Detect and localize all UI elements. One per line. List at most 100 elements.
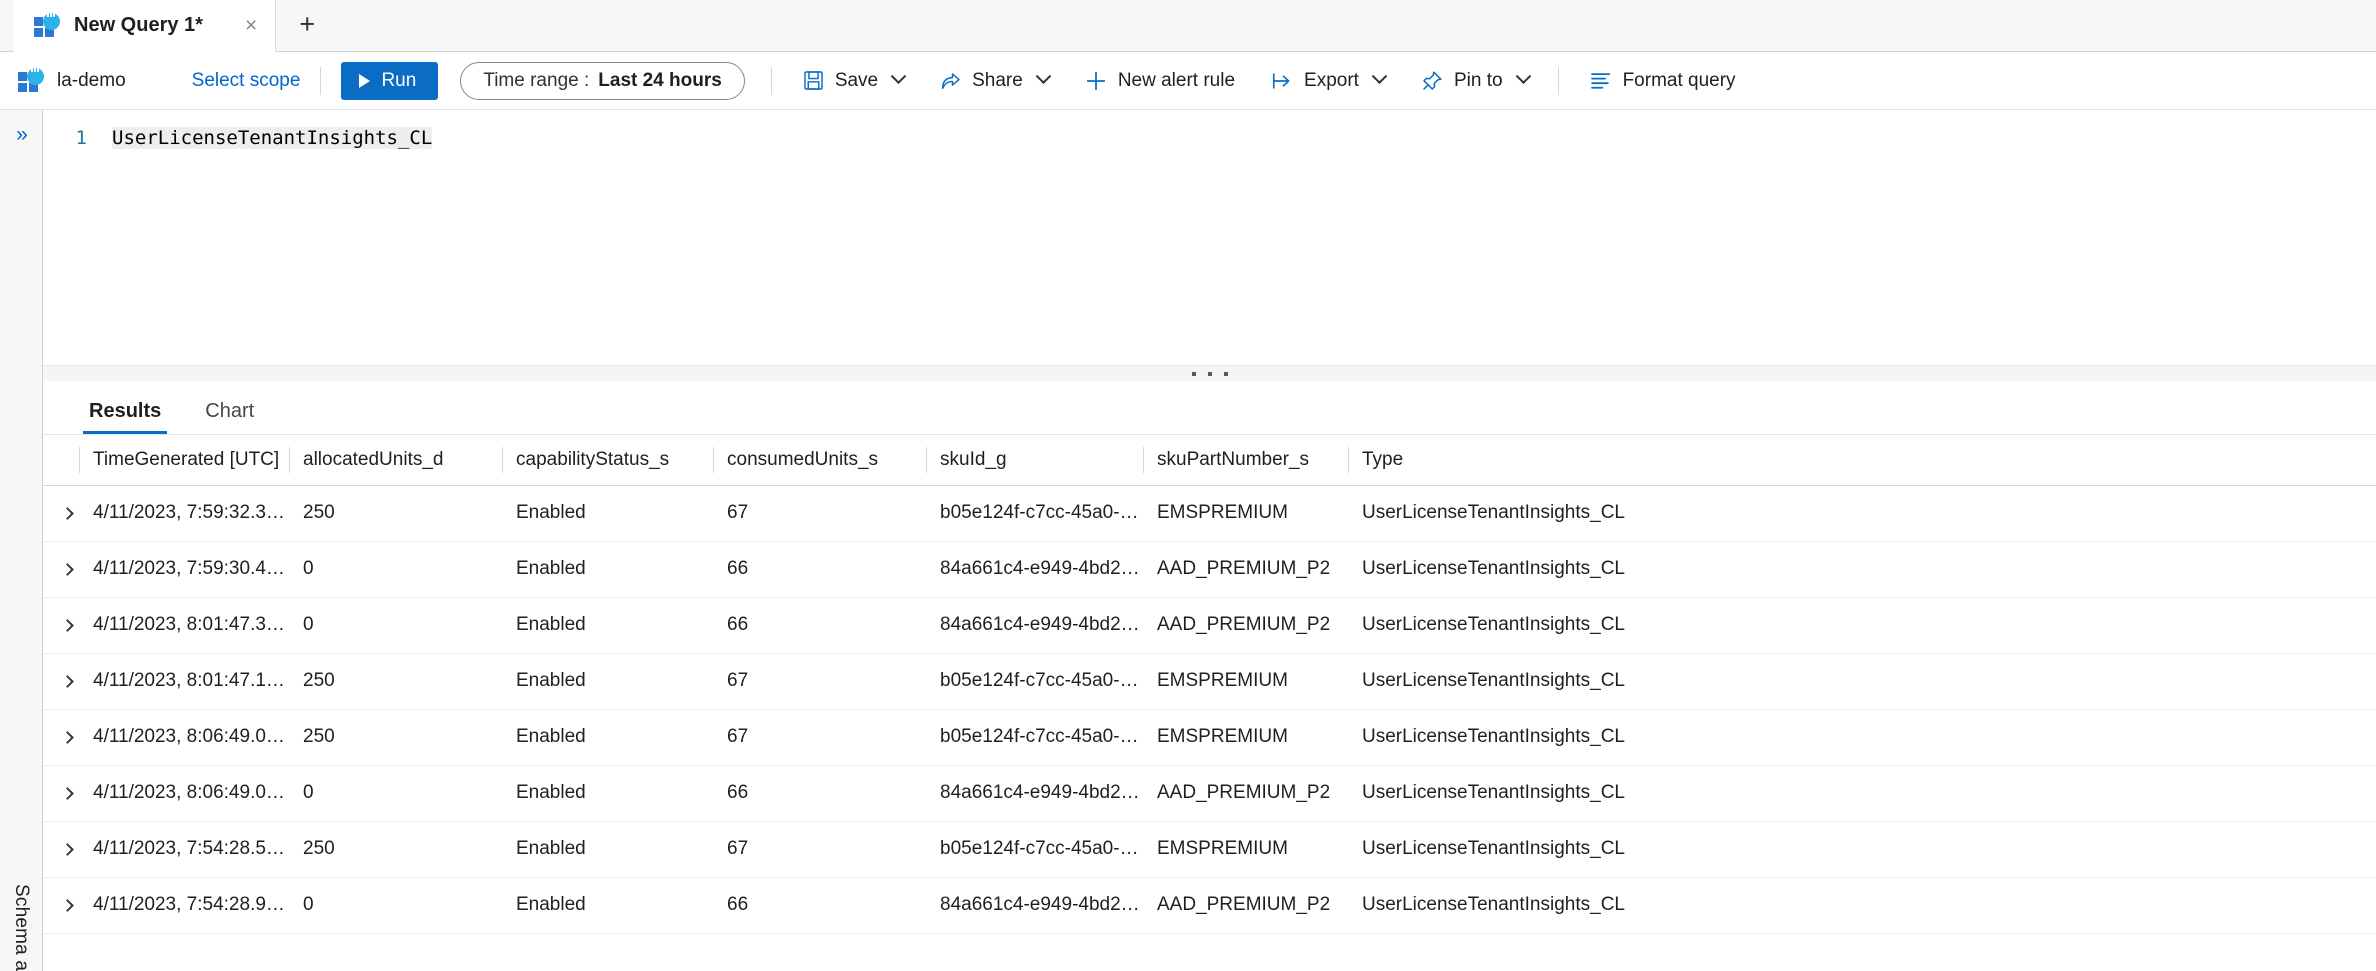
table-row[interactable]: 4/11/2023, 7:54:28.949 PM0Enabled6684a66… — [43, 877, 2376, 934]
table-row[interactable]: 4/11/2023, 8:01:47.137 PM250Enabled67b05… — [43, 653, 2376, 710]
cell-skupartnumber: EMSPREMIUM — [1143, 485, 1348, 542]
row-expander-cell[interactable] — [43, 765, 79, 822]
column-header-capabilitystatus[interactable]: capabilityStatus_s — [502, 435, 713, 486]
column-header-timegenerated[interactable]: TimeGenerated [UTC] — [79, 435, 289, 486]
row-expander-cell[interactable] — [43, 821, 79, 878]
table-row[interactable]: 4/11/2023, 8:06:49.081 PM0Enabled6684a66… — [43, 765, 2376, 822]
scope-selector[interactable]: la-demo — [18, 63, 126, 94]
table-row[interactable]: 4/11/2023, 7:59:32.366 PM250Enabled67b05… — [43, 485, 2376, 542]
cell-type: UserLicenseTenantInsights_CL — [1348, 541, 2376, 598]
query-tab-strip: New Query 1* × + — [0, 0, 2376, 52]
workspace-body: » Schema a 1 UserLicenseTenantInsights_C… — [0, 110, 2376, 971]
cell-capabilitystatus: Enabled — [502, 877, 713, 934]
new-alert-rule-button[interactable]: New alert rule — [1074, 63, 1246, 99]
cell-capabilitystatus: Enabled — [502, 653, 713, 710]
cell-type: UserLicenseTenantInsights_CL — [1348, 597, 2376, 654]
chevron-double-right-icon[interactable]: » — [16, 124, 28, 145]
row-expander-cell[interactable] — [43, 541, 79, 598]
cell-type: UserLicenseTenantInsights_CL — [1348, 877, 2376, 934]
cell-skuid: 84a661c4-e949-4bd2-a560-ed7... — [926, 597, 1143, 654]
table-row[interactable]: 4/11/2023, 7:54:28.552 PM250Enabled67b05… — [43, 821, 2376, 878]
cell-consumedunits: 67 — [713, 821, 926, 878]
results-grid-container[interactable]: TimeGenerated [UTC] allocatedUnits_d cap… — [43, 435, 2376, 971]
cell-skupartnumber: AAD_PREMIUM_P2 — [1143, 597, 1348, 654]
save-label: Save — [834, 69, 879, 91]
select-scope-link[interactable]: Select scope — [192, 70, 301, 92]
results-pane: Results Chart TimeGenerated [UTC] alloca… — [43, 381, 2376, 971]
row-expander-cell[interactable] — [43, 653, 79, 710]
cell-consumedunits: 66 — [713, 877, 926, 934]
cell-allocatedunits: 250 — [289, 485, 502, 542]
column-header-allocatedunits[interactable]: allocatedUnits_d — [289, 435, 502, 486]
chevron-right-icon[interactable] — [61, 563, 74, 576]
close-icon[interactable]: × — [245, 15, 257, 36]
pin-to-button[interactable]: Pin to — [1410, 63, 1540, 99]
schema-filter-vertical-label: Schema a — [11, 883, 32, 971]
cell-timegenerated: 4/11/2023, 8:06:49.081 PM — [79, 709, 289, 766]
query-editor[interactable]: 1 UserLicenseTenantInsights_CL — [43, 110, 2376, 365]
tab-chart-label: Chart — [205, 400, 255, 422]
row-expander-cell[interactable] — [43, 485, 79, 542]
query-text[interactable]: UserLicenseTenantInsights_CL — [112, 127, 433, 149]
time-range-label: Time range : — [483, 69, 590, 91]
results-table-header: TimeGenerated [UTC] allocatedUnits_d cap… — [43, 435, 2376, 486]
query-and-results: 1 UserLicenseTenantInsights_CL Results C… — [43, 110, 2376, 971]
cell-skuid: 84a661c4-e949-4bd2-a560-ed7... — [926, 541, 1143, 598]
table-row[interactable]: 4/11/2023, 8:06:49.081 PM250Enabled67b05… — [43, 709, 2376, 766]
table-row[interactable]: 4/11/2023, 7:59:30.463 PM0Enabled6684a66… — [43, 541, 2376, 598]
cell-type: UserLicenseTenantInsights_CL — [1348, 709, 2376, 766]
divider — [1557, 66, 1559, 95]
time-range-value: Last 24 hours — [598, 69, 722, 91]
chevron-right-icon[interactable] — [61, 619, 74, 632]
chevron-down-icon — [890, 68, 907, 85]
save-button[interactable]: Save — [792, 63, 915, 99]
cell-allocatedunits: 0 — [289, 765, 502, 822]
cell-skuid: b05e124f-c7cc-45a0-a6aa-8cf7... — [926, 709, 1143, 766]
column-header-type[interactable]: Type — [1348, 435, 2376, 486]
expander-column-header — [43, 435, 79, 486]
format-query-label: Format query — [1622, 69, 1736, 91]
tab-chart[interactable]: Chart — [183, 401, 276, 434]
cell-capabilitystatus: Enabled — [502, 765, 713, 822]
cell-timegenerated: 4/11/2023, 8:06:49.081 PM — [79, 765, 289, 822]
cell-consumedunits: 67 — [713, 709, 926, 766]
cell-capabilitystatus: Enabled — [502, 541, 713, 598]
tab-results[interactable]: Results — [67, 401, 183, 434]
save-disk-icon — [803, 70, 824, 91]
cell-allocatedunits: 0 — [289, 877, 502, 934]
row-expander-cell[interactable] — [43, 597, 79, 654]
cell-skupartnumber: EMSPREMIUM — [1143, 709, 1348, 766]
cell-skuid: b05e124f-c7cc-45a0-a6aa-8cf7... — [926, 821, 1143, 878]
row-expander-cell[interactable] — [43, 709, 79, 766]
export-icon — [1271, 70, 1293, 92]
plus-icon — [1085, 70, 1107, 92]
time-range-picker[interactable]: Time range : Last 24 hours — [460, 61, 745, 100]
line-number: 1 — [75, 127, 87, 149]
cell-consumedunits: 66 — [713, 541, 926, 598]
cell-consumedunits: 67 — [713, 653, 926, 710]
chevron-right-icon[interactable] — [61, 507, 74, 520]
schema-sidebar-collapsed[interactable]: » Schema a — [0, 110, 43, 971]
format-query-button[interactable]: Format query — [1579, 63, 1747, 99]
column-header-skupartnumber[interactable]: skuPartNumber_s — [1143, 435, 1348, 486]
editor-results-splitter[interactable] — [43, 365, 2376, 381]
column-header-skuid[interactable]: skuId_g — [926, 435, 1143, 486]
chevron-right-icon[interactable] — [61, 731, 74, 744]
row-expander-cell[interactable] — [43, 877, 79, 934]
table-row[interactable]: 4/11/2023, 8:01:47.353 PM0Enabled6684a66… — [43, 597, 2376, 654]
cell-skuid: b05e124f-c7cc-45a0-a6aa-8cf7... — [926, 653, 1143, 710]
tab-new-query-1[interactable]: New Query 1* × — [14, 0, 277, 52]
chevron-right-icon[interactable] — [61, 675, 74, 688]
share-button[interactable]: Share — [929, 63, 1060, 99]
cell-timegenerated: 4/11/2023, 7:54:28.949 PM — [79, 877, 289, 934]
workspace-icon — [18, 63, 44, 94]
chevron-right-icon[interactable] — [61, 843, 74, 856]
chevron-right-icon[interactable] — [61, 787, 74, 800]
run-button[interactable]: Run — [341, 61, 439, 100]
column-header-consumedunits[interactable]: consumedUnits_s — [713, 435, 926, 486]
new-query-tab-button[interactable]: + — [276, 0, 339, 51]
chevron-right-icon[interactable] — [61, 899, 74, 912]
export-button[interactable]: Export — [1260, 63, 1396, 99]
command-bar: la-demo Select scope Run Time range : La… — [0, 52, 2376, 110]
pin-icon — [1421, 70, 1443, 92]
